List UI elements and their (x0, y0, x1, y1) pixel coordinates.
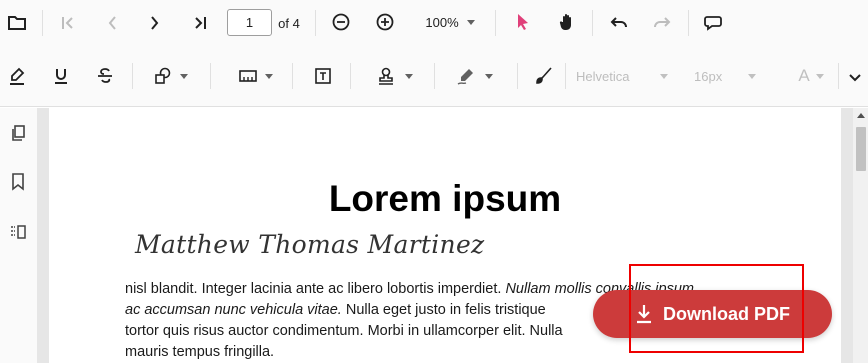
font-family-dropdown[interactable]: Helvetica (576, 65, 668, 87)
zoom-in-icon[interactable] (374, 11, 396, 33)
zoom-dropdown[interactable]: 100% (420, 11, 480, 33)
font-color-dropdown[interactable]: A (796, 65, 826, 87)
download-pdf-button[interactable]: Download PDF (593, 290, 832, 338)
selection-pointer-icon[interactable] (512, 11, 534, 33)
chevron-down-icon (815, 73, 824, 79)
chevron-down-icon (466, 19, 475, 25)
redo-icon[interactable] (651, 12, 673, 34)
stamp-dropdown[interactable] (372, 65, 418, 87)
undo-icon[interactable] (608, 12, 630, 34)
chevron-down-icon (265, 73, 273, 79)
underline-icon[interactable] (50, 65, 72, 87)
page-thumbnails-icon[interactable] (8, 124, 28, 144)
next-page-icon[interactable] (144, 12, 166, 34)
chevron-down-icon (485, 73, 493, 79)
chevron-down-icon (405, 73, 413, 79)
download-icon (637, 305, 651, 324)
organize-pages-icon[interactable] (8, 222, 28, 242)
last-page-icon[interactable] (189, 12, 211, 34)
page-count-label: of 4 (278, 15, 300, 31)
first-page-icon[interactable] (57, 12, 79, 34)
font-size-dropdown[interactable]: 16px (694, 65, 756, 87)
scroll-up-arrow-icon[interactable] (856, 110, 866, 120)
document-title: Lorem ipsum (328, 178, 562, 219)
download-pdf-label: Download PDF (663, 303, 790, 324)
toolbar: 1 of 4 100% Helvetica 16px A (0, 0, 868, 107)
page-number-input[interactable]: 1 (227, 9, 272, 36)
font-size-value: 16px (694, 68, 723, 84)
measure-dropdown[interactable] (236, 65, 276, 87)
chevron-down-icon (748, 73, 756, 79)
scrollbar-thumb[interactable] (856, 127, 866, 171)
ink-brush-icon[interactable] (533, 65, 555, 87)
ruler-icon (239, 70, 257, 82)
open-file-icon[interactable] (6, 12, 28, 34)
signature-pen-icon (457, 69, 473, 85)
bookmarks-icon[interactable] (8, 172, 28, 192)
sidebar (0, 108, 37, 363)
strikethrough-icon[interactable] (94, 65, 116, 87)
font-color-label: A (798, 66, 810, 85)
signature-image: Matthew Thomas Martinez (135, 230, 485, 259)
previous-page-icon[interactable] (101, 12, 123, 34)
pan-hand-icon[interactable] (556, 11, 578, 33)
free-text-icon[interactable] (312, 65, 334, 87)
font-family-value: Helvetica (576, 68, 630, 84)
stamp-icon (379, 67, 393, 85)
highlight-icon[interactable] (6, 65, 28, 87)
paragraph-line: mauris tempus fringilla. (125, 344, 275, 360)
chevron-down-icon (660, 73, 668, 79)
zoom-out-icon[interactable] (330, 11, 352, 33)
pdf-viewer: 1 of 4 100% Helvetica 16px A Lorem ipsum… (0, 0, 868, 363)
signature-dropdown[interactable] (455, 65, 495, 87)
zoom-value: 100% (425, 14, 459, 30)
shapes-icon (155, 67, 171, 84)
shapes-dropdown[interactable] (150, 65, 192, 87)
comment-icon[interactable] (702, 12, 724, 34)
expand-toolbar-icon[interactable] (845, 68, 865, 88)
chevron-down-icon (180, 73, 188, 79)
